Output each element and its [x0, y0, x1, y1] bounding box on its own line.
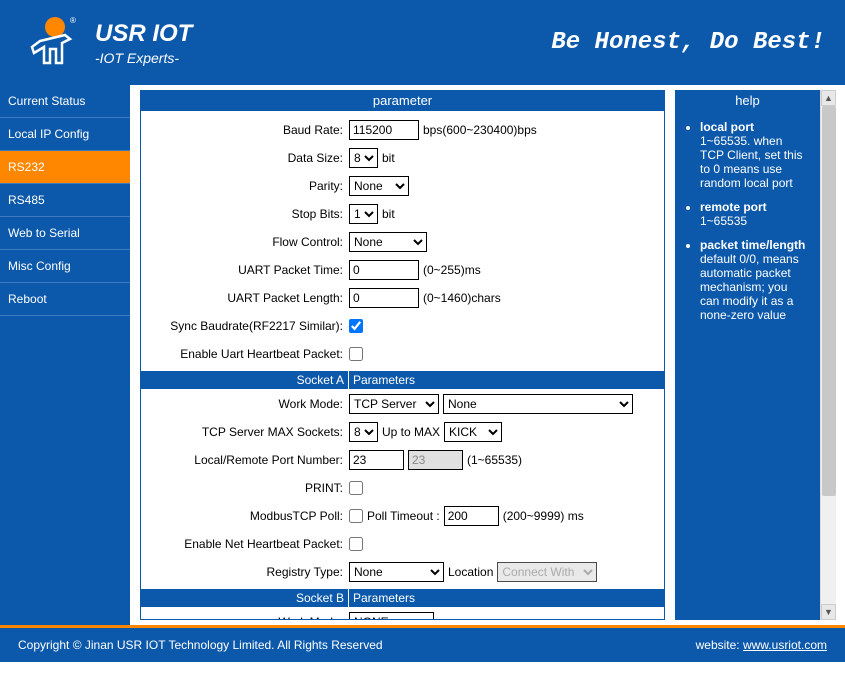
scroll-up-icon[interactable]: ▲ — [821, 90, 836, 106]
panel-title: parameter — [140, 90, 665, 111]
baud-rate-label: Baud Rate: — [149, 123, 349, 137]
registry-select[interactable]: None — [349, 562, 444, 582]
data-size-hint: bit — [382, 151, 395, 165]
stop-bits-select[interactable]: 1 — [349, 204, 378, 224]
website-label: website: — [696, 638, 743, 652]
website-link[interactable]: www.usriot.com — [743, 638, 827, 652]
scroll-down-icon[interactable]: ▼ — [821, 604, 836, 620]
baud-rate-input[interactable] — [349, 120, 419, 140]
scrollbar[interactable]: ▲ ▼ — [820, 90, 836, 620]
work-mode-a-select[interactable]: TCP Server — [349, 394, 439, 414]
parity-label: Parity: — [149, 179, 349, 193]
footer: Copyright © Jinan USR IOT Technology Lim… — [0, 628, 845, 662]
max-sockets-action-select[interactable]: KICK — [444, 422, 502, 442]
uart-packet-length-input[interactable] — [349, 288, 419, 308]
modbus-label: ModbusTCP Poll: — [149, 509, 349, 523]
port-hint: (1~65535) — [467, 453, 522, 467]
modbus-timeout-input[interactable] — [444, 506, 499, 526]
svg-text:®: ® — [70, 16, 76, 25]
data-size-select[interactable]: 8 — [349, 148, 378, 168]
uart-packet-time-label: UART Packet Time: — [149, 263, 349, 277]
help-item: remote port1~65535 — [700, 200, 809, 228]
registry-loc-label: Location — [448, 565, 493, 579]
uart-packet-time-hint: (0~255)ms — [423, 263, 481, 277]
scroll-thumb[interactable] — [822, 106, 836, 496]
logo-icon: ® — [20, 13, 80, 73]
uart-heartbeat-checkbox[interactable] — [349, 347, 363, 361]
panel-body: Baud Rate: bps(600~230400)bps Data Size:… — [140, 111, 665, 620]
local-port-input[interactable] — [349, 450, 404, 470]
header-tagline: Be Honest, Do Best! — [551, 29, 825, 56]
net-heartbeat-label: Enable Net Heartbeat Packet: — [149, 537, 349, 551]
work-mode-b-select[interactable]: NONE — [349, 612, 434, 620]
sidebar-item-web-to-serial[interactable]: Web to Serial — [0, 217, 130, 250]
flow-control-select[interactable]: None — [349, 232, 427, 252]
data-size-label: Data Size: — [149, 151, 349, 165]
logo-title: USR IOT — [95, 20, 192, 48]
port-label: Local/Remote Port Number: — [149, 453, 349, 467]
help-title: help — [675, 90, 820, 111]
max-sockets-select[interactable]: 8 — [349, 422, 378, 442]
modbus-hint: (200~9999) ms — [503, 509, 584, 523]
socket-a-header: Socket A Parameters — [141, 371, 664, 389]
remote-port-input — [408, 450, 463, 470]
max-sockets-mid: Up to MAX — [382, 425, 440, 439]
logo-section: ® USR IOT -IOT Experts- — [20, 13, 192, 73]
max-sockets-label: TCP Server MAX Sockets: — [149, 425, 349, 439]
page-header: ® USR IOT -IOT Experts- Be Honest, Do Be… — [0, 0, 845, 85]
uart-packet-length-hint: (0~1460)chars — [423, 291, 501, 305]
sync-baud-checkbox[interactable] — [349, 319, 363, 333]
sidebar-item-rs232[interactable]: RS232 — [0, 151, 130, 184]
flow-control-label: Flow Control: — [149, 235, 349, 249]
registry-label: Registry Type: — [149, 565, 349, 579]
print-label: PRINT: — [149, 481, 349, 495]
uart-packet-time-input[interactable] — [349, 260, 419, 280]
sidebar: Current Status Local IP Config RS232 RS4… — [0, 85, 130, 625]
print-checkbox[interactable] — [349, 481, 363, 495]
sidebar-item-reboot[interactable]: Reboot — [0, 283, 130, 316]
work-mode-a-select2[interactable]: None — [443, 394, 633, 414]
stop-bits-hint: bit — [382, 207, 395, 221]
baud-rate-hint: bps(600~230400)bps — [423, 123, 537, 137]
sync-baud-label: Sync Baudrate(RF2217 Similar): — [149, 319, 349, 333]
help-item: packet time/lengthdefault 0/0, means aut… — [700, 238, 809, 322]
registry-loc-select: Connect With — [497, 562, 597, 582]
socket-b-header: Socket B Parameters — [141, 589, 664, 607]
work-mode-a-label: Work Mode: — [149, 397, 349, 411]
sidebar-item-misc-config[interactable]: Misc Config — [0, 250, 130, 283]
parity-select[interactable]: None — [349, 176, 409, 196]
uart-heartbeat-label: Enable Uart Heartbeat Packet: — [149, 347, 349, 361]
stop-bits-label: Stop Bits: — [149, 207, 349, 221]
net-heartbeat-checkbox[interactable] — [349, 537, 363, 551]
help-item: local port1~65535. when TCP Client, set … — [700, 120, 809, 190]
sidebar-item-local-ip-config[interactable]: Local IP Config — [0, 118, 130, 151]
uart-packet-length-label: UART Packet Length: — [149, 291, 349, 305]
sidebar-item-rs485[interactable]: RS485 — [0, 184, 130, 217]
logo-subtitle: -IOT Experts- — [95, 50, 192, 66]
copyright-text: Copyright © Jinan USR IOT Technology Lim… — [18, 638, 383, 652]
work-mode-b-label: Work Mode: — [149, 615, 349, 620]
modbus-checkbox[interactable] — [349, 509, 363, 523]
help-body: local port1~65535. when TCP Client, set … — [675, 111, 820, 620]
sidebar-item-current-status[interactable]: Current Status — [0, 85, 130, 118]
modbus-mid: Poll Timeout : — [367, 509, 440, 523]
